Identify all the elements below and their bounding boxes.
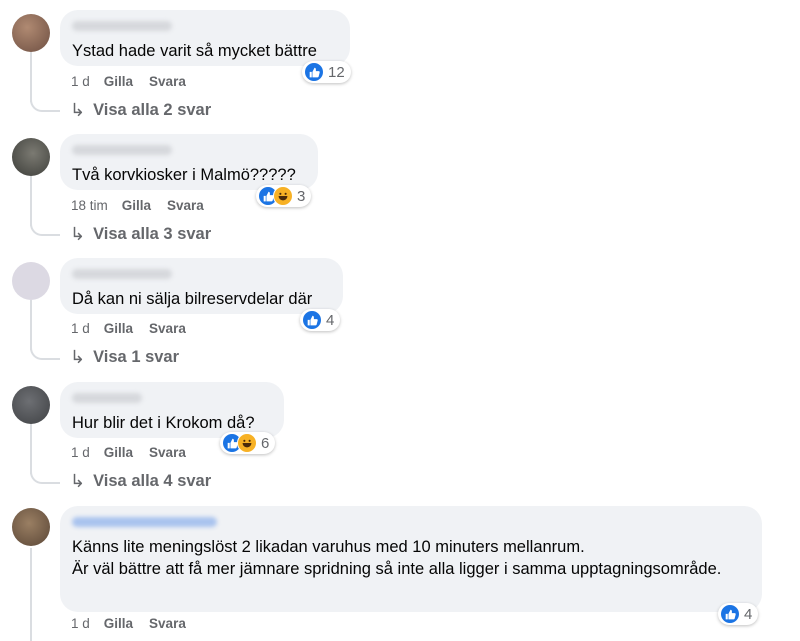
haha-icon	[237, 433, 257, 453]
like-icon	[302, 310, 322, 330]
show-replies-link[interactable]: ↳ Visa 1 svar	[70, 347, 179, 368]
reaction-count: 12	[328, 63, 345, 81]
show-replies-label: Visa alla 4 svar	[93, 472, 212, 490]
reactions[interactable]: 6	[220, 432, 276, 454]
reactions[interactable]: 4	[718, 603, 759, 625]
show-replies-link[interactable]: ↳ Visa alla 4 svar	[70, 471, 211, 492]
like-icon	[304, 62, 324, 82]
like-icon	[720, 604, 740, 624]
avatar[interactable]	[12, 386, 50, 424]
reaction-count: 3	[297, 187, 306, 205]
reply-button[interactable]: Svara	[149, 616, 186, 631]
reactions[interactable]: 3	[256, 185, 312, 207]
reply-arrow-icon: ↳	[70, 471, 86, 491]
avatar[interactable]	[12, 262, 50, 300]
comment-text: Två korvkiosker i Malmö?????	[72, 166, 296, 184]
author-name-blurred[interactable]	[72, 21, 172, 31]
show-replies-link[interactable]: ↳ Visa alla 2 svar	[70, 100, 211, 121]
comment-actions: 1 d Gilla Svara	[71, 445, 202, 460]
thread-line	[30, 548, 32, 641]
timestamp[interactable]: 1 d	[71, 616, 90, 631]
like-button[interactable]: Gilla	[104, 321, 133, 336]
reply-arrow-icon: ↳	[70, 224, 86, 244]
reply-arrow-icon: ↳	[70, 347, 86, 367]
timestamp[interactable]: 1 d	[71, 445, 90, 460]
avatar[interactable]	[12, 508, 50, 546]
reply-arrow-icon: ↳	[70, 100, 86, 120]
haha-icon	[273, 186, 293, 206]
reaction-count: 6	[261, 434, 270, 452]
like-button[interactable]: Gilla	[104, 616, 133, 631]
timestamp[interactable]: 18 tim	[71, 198, 108, 213]
timestamp[interactable]: 1 d	[71, 74, 90, 89]
comment-bubble: Hur blir det i Krokom då?	[60, 382, 284, 438]
like-button[interactable]: Gilla	[104, 445, 133, 460]
comment-text: Ystad hade varit så mycket bättre	[72, 42, 317, 60]
thread-connector	[30, 338, 60, 360]
reactions[interactable]: 12	[302, 61, 351, 83]
comment-actions: 1 d Gilla Svara	[71, 321, 202, 336]
reactions[interactable]: 4	[300, 309, 341, 331]
reaction-count: 4	[326, 311, 335, 329]
avatar[interactable]	[12, 138, 50, 176]
author-name-blurred[interactable]	[72, 269, 172, 279]
like-button[interactable]: Gilla	[104, 74, 133, 89]
show-replies-label: Visa alla 3 svar	[93, 225, 212, 243]
comment-bubble: Ystad hade varit så mycket bättre	[60, 10, 350, 66]
comment-text: Känns lite meningslöst 2 likadan varuhus…	[72, 538, 722, 578]
comment-text: Hur blir det i Krokom då?	[72, 414, 255, 432]
comment-bubble: Då kan ni sälja bilreservdelar där	[60, 258, 343, 314]
reply-button[interactable]: Svara	[149, 74, 186, 89]
comment-bubble: Två korvkiosker i Malmö?????	[60, 134, 318, 190]
thread-connector	[30, 90, 60, 112]
comment-text: Då kan ni sälja bilreservdelar där	[72, 290, 313, 308]
show-replies-label: Visa 1 svar	[93, 348, 180, 366]
reply-button[interactable]: Svara	[149, 321, 186, 336]
author-name-blurred[interactable]	[72, 517, 217, 527]
show-replies-label: Visa alla 2 svar	[93, 101, 212, 119]
show-replies-link[interactable]: ↳ Visa alla 3 svar	[70, 224, 211, 245]
reply-button[interactable]: Svara	[167, 198, 204, 213]
timestamp[interactable]: 1 d	[71, 321, 90, 336]
comment-actions: 1 d Gilla Svara	[71, 74, 202, 89]
author-name-blurred[interactable]	[72, 393, 142, 403]
comment-actions: 1 d Gilla Svara	[71, 616, 202, 631]
thread-connector	[30, 214, 60, 236]
thread-connector	[30, 462, 60, 484]
author-name-blurred[interactable]	[72, 145, 172, 155]
reply-button[interactable]: Svara	[149, 445, 186, 460]
comment-actions: 18 tim Gilla Svara	[71, 198, 220, 213]
like-button[interactable]: Gilla	[122, 198, 151, 213]
comment-bubble: Känns lite meningslöst 2 likadan varuhus…	[60, 506, 762, 612]
reaction-count: 4	[744, 605, 753, 623]
avatar[interactable]	[12, 14, 50, 52]
